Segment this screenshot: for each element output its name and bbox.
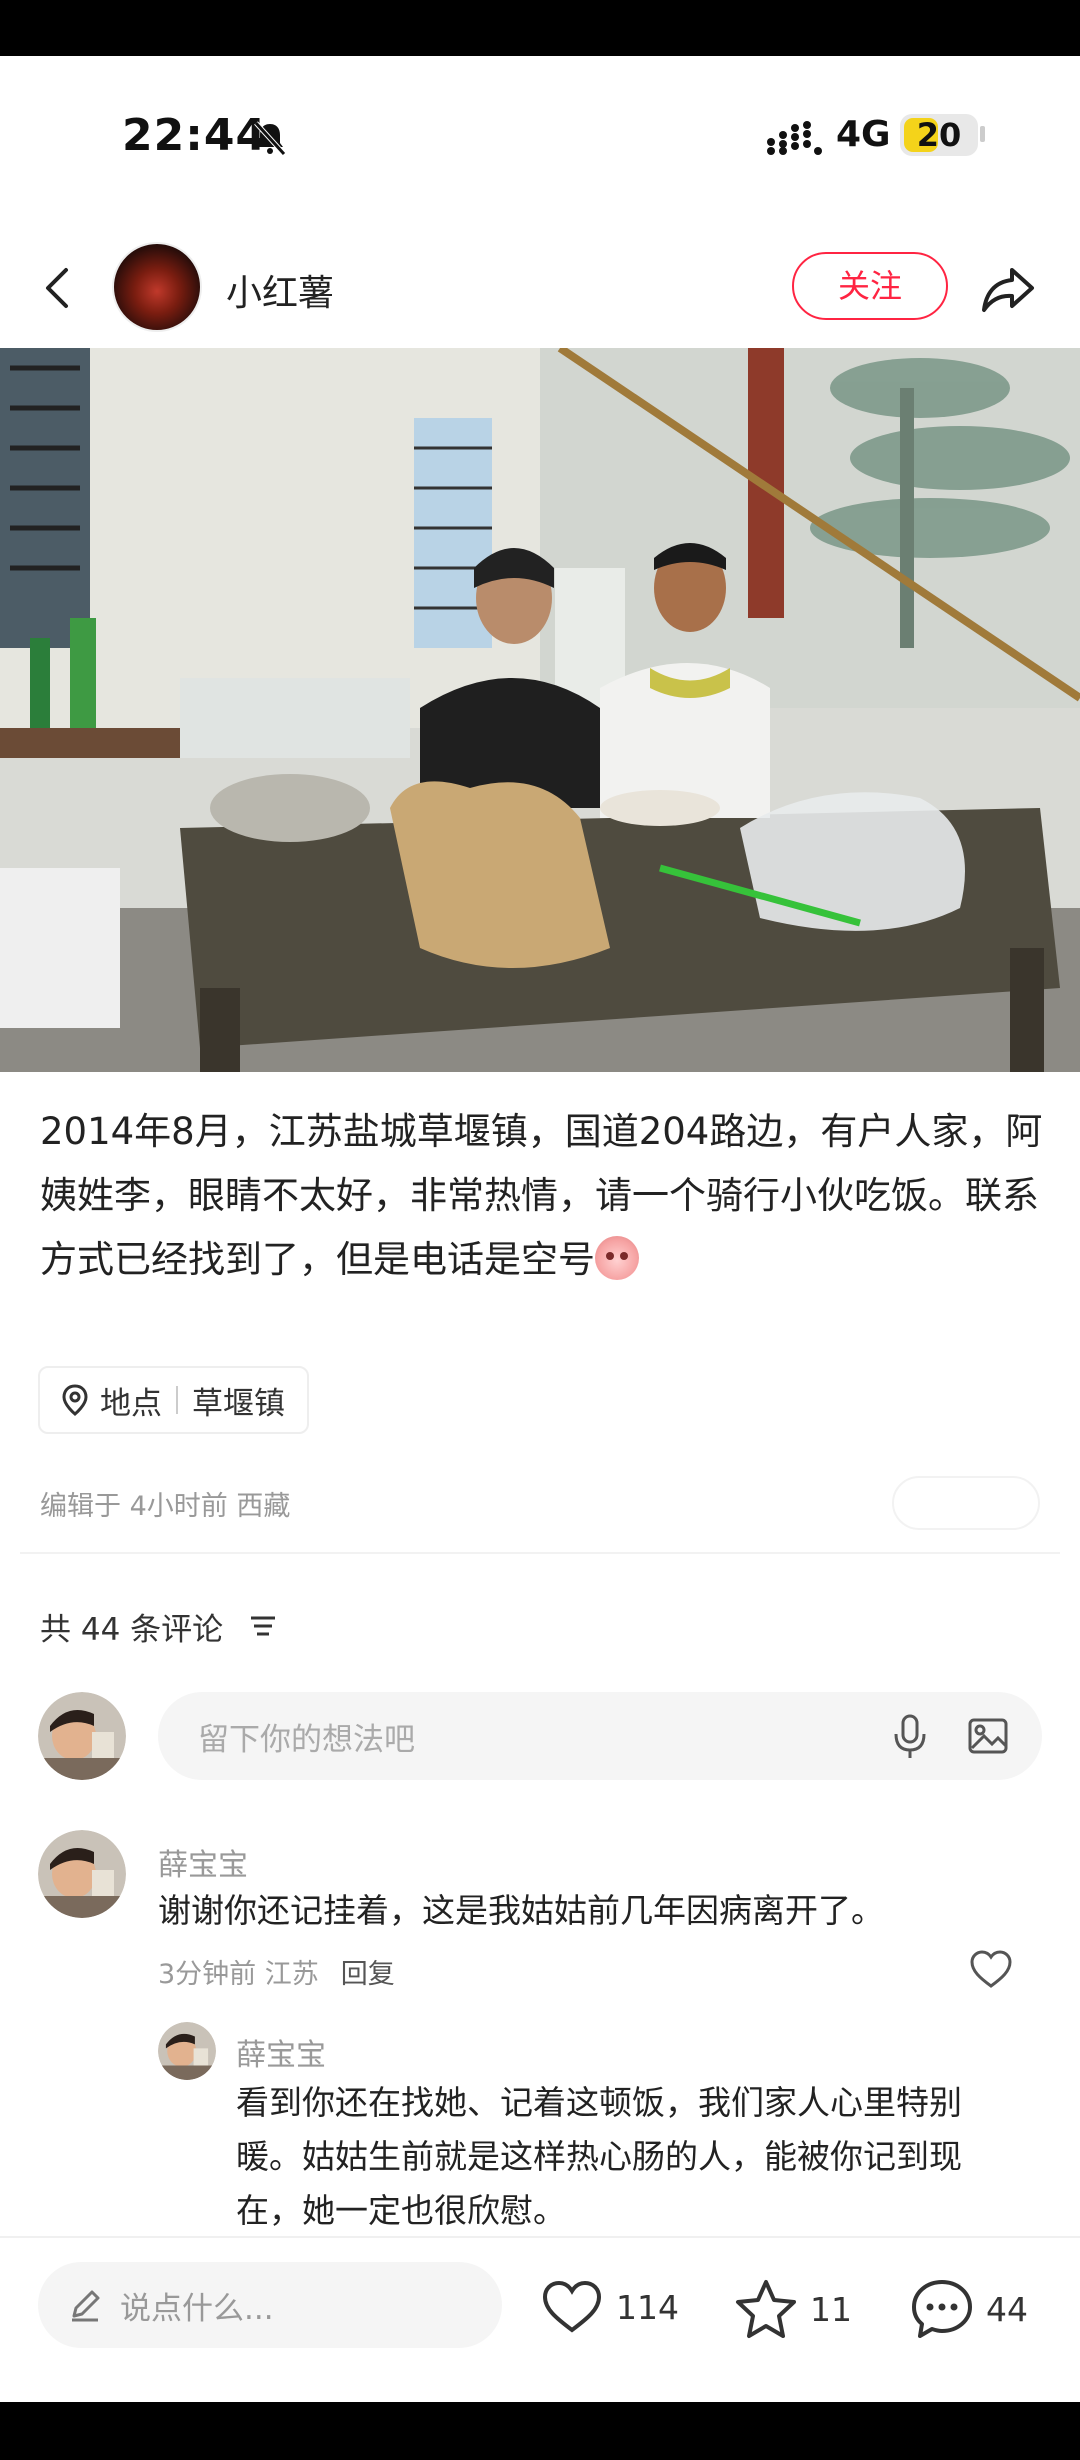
heart-icon[interactable] [968,1948,1014,1990]
star-outline-icon [736,2280,796,2338]
my-avatar[interactable] [38,1692,126,1780]
say-placeholder: 说点什么... [120,2290,274,2327]
say-something-input[interactable]: 说点什么... [38,2262,502,2348]
location-name: 草堰镇 [192,1385,285,1422]
divider [20,1552,1060,1554]
edit-meta: 编辑于 4小时前 西藏 [40,1491,291,1522]
microphone-icon[interactable] [890,1712,930,1760]
commenter-name[interactable]: 薛宝宝 [158,1840,248,1884]
sad-face-emoji-icon [595,1236,639,1280]
reply-text: 看到你还在找她、记着这顿饭，我们家人心里特别暖。姑姑生前就是这样热心肠的人，能被… [236,2083,962,2230]
commenter-avatar[interactable] [38,1830,126,1918]
reply-name[interactable]: 薛宝宝 [236,2030,326,2074]
bell-muted-icon [254,121,286,156]
collect-button[interactable]: 11 [734,2278,852,2340]
location-tag[interactable]: 地点 草堰镇 [38,1366,309,1434]
comment-time-location: 3分钟前 江苏 [158,1959,319,1990]
bottom-bar: 说点什么... 114 11 44 [0,2236,1080,2402]
status-bar: 22:44 4G 20 [0,56,1080,216]
comment-bubble-icon [912,2280,972,2338]
like-button[interactable]: 114 [540,2278,679,2336]
reply-button[interactable]: 回复 [341,1959,395,1990]
comment-button[interactable]: 44 [910,2278,1028,2340]
heart-outline-icon [542,2280,602,2333]
follow-button[interactable]: 关注 [792,252,948,320]
back-icon[interactable] [30,260,86,316]
screen: 22:44 4G 20 小红薯 关注 2014年8月，江苏盐城草堰镇，国道204… [0,56,1080,2402]
author-name[interactable]: 小红薯 [226,264,334,316]
location-pin-icon [62,1384,88,1416]
signal-icon [767,121,822,155]
post-body: 2014年8月，江苏盐城草堰镇，国道204路边，有户人家，阿姨姓李，眼睛不太好，… [40,1100,1050,1292]
comments-count: 共 44 条评论 [40,1612,224,1648]
author-avatar[interactable] [112,242,202,332]
image-icon[interactable] [966,1714,1010,1758]
post-header: 小红薯 关注 [0,232,1080,342]
post-text: 2014年8月，江苏盐城草堰镇，国道204路边，有户人家，阿姨姓李，眼睛不太好，… [40,1110,1043,1281]
like-count: 114 [616,2287,679,2327]
battery-level: 20 [916,116,962,154]
location-label: 地点 [100,1385,162,1422]
status-time: 22:44 [122,110,268,161]
network-type: 4G [836,114,891,155]
comment-text: 谢谢你还记挂着，这是我姑姑前几年因病离开了。 [158,1891,884,1930]
post-photo[interactable] [0,348,1080,1072]
faded-button[interactable] [892,1476,1040,1530]
share-icon[interactable] [978,258,1038,318]
sort-icon[interactable] [248,1612,278,1640]
comment-count: 44 [986,2289,1028,2329]
pen-icon [72,2290,100,2322]
collect-count: 11 [810,2289,852,2329]
reply-avatar[interactable] [158,2022,216,2080]
battery-indicator: 20 [900,114,978,156]
comment-meta: 3分钟前 江苏 回复 [158,1952,395,1991]
